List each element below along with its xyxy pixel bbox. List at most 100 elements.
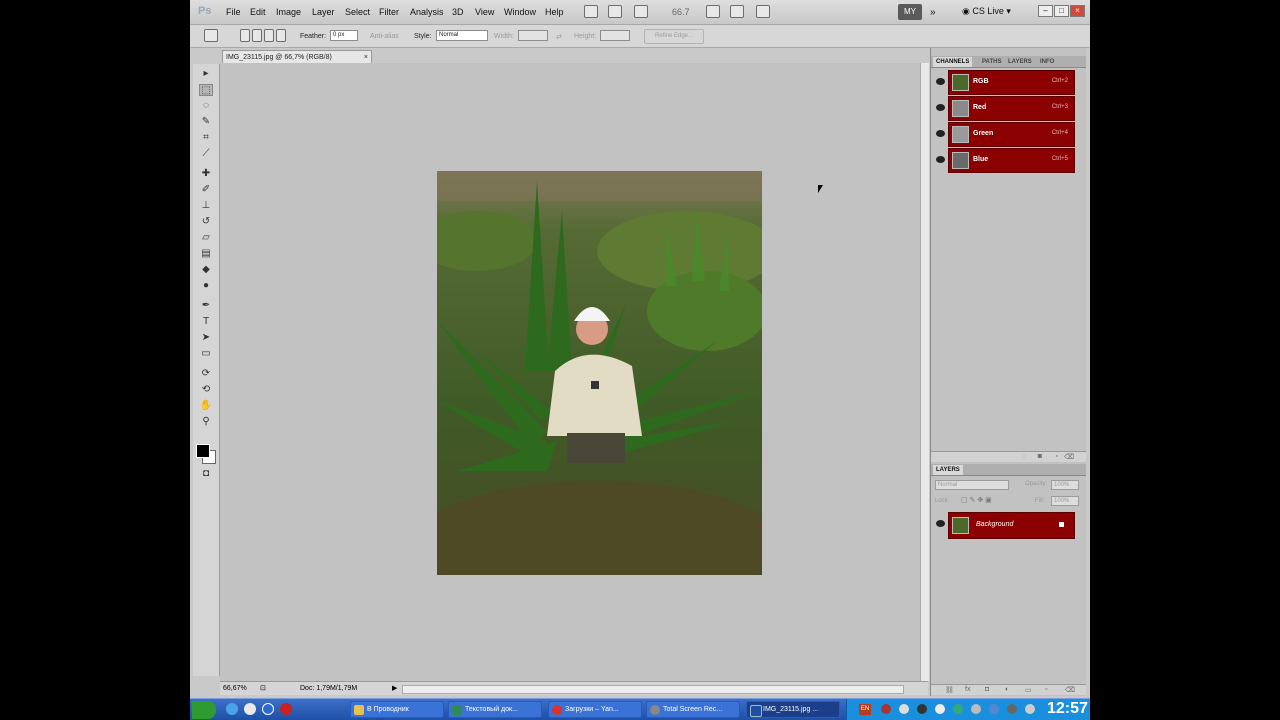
taskbar-item[interactable]: В Проводник bbox=[350, 701, 444, 718]
visibility-eye-icon[interactable] bbox=[936, 156, 945, 163]
yandex-quicklaunch-icon[interactable] bbox=[280, 703, 292, 715]
quick-mask-icon[interactable]: ◘ bbox=[199, 468, 213, 480]
delete-layer-icon[interactable]: ⌫ bbox=[1065, 686, 1075, 694]
system-clock[interactable]: 12:57 bbox=[1047, 700, 1088, 718]
height-input[interactable] bbox=[600, 30, 630, 41]
menu-filter[interactable]: Filter bbox=[379, 7, 399, 17]
fill-input[interactable]: 100% bbox=[1051, 496, 1079, 506]
quick-selection-tool-icon[interactable]: ✎ bbox=[199, 116, 213, 128]
language-indicator[interactable]: EN bbox=[859, 704, 871, 715]
new-selection-icon[interactable] bbox=[240, 29, 250, 42]
menu-file[interactable]: File bbox=[226, 7, 241, 17]
tray-settings-icon[interactable] bbox=[971, 704, 981, 714]
taskbar-item[interactable]: Текстовый док... bbox=[448, 701, 542, 718]
taskbar-item[interactable]: Total Screen Rec... bbox=[646, 701, 740, 718]
marquee-tool-icon[interactable]: ⬚ bbox=[199, 84, 213, 96]
clone-stamp-tool-icon[interactable]: ⊥ bbox=[199, 200, 213, 212]
tab-paths[interactable]: PATHS bbox=[979, 57, 1004, 67]
shape-tool-icon[interactable]: ▭ bbox=[199, 348, 213, 360]
new-group-icon[interactable]: ▭ bbox=[1025, 686, 1032, 694]
menu-3d[interactable]: 3D bbox=[452, 7, 464, 17]
layer-row-background[interactable]: Background bbox=[933, 512, 1076, 539]
path-selection-tool-icon[interactable]: ➤ bbox=[199, 332, 213, 344]
blur-tool-icon[interactable]: ◆ bbox=[199, 264, 213, 276]
zoom-tool-icon[interactable]: ⚲ bbox=[199, 416, 213, 428]
tray-media-icon[interactable] bbox=[935, 704, 945, 714]
visibility-eye-icon[interactable] bbox=[936, 78, 945, 85]
eyedropper-tool-icon[interactable]: ⟋ bbox=[199, 148, 213, 160]
zoom-level[interactable]: 66.7 bbox=[672, 7, 690, 17]
taskbar-item[interactable]: Загрузки – Yan... bbox=[548, 701, 642, 718]
menu-help[interactable]: Help bbox=[545, 7, 564, 17]
tray-power-icon[interactable] bbox=[1007, 704, 1017, 714]
add-to-selection-icon[interactable] bbox=[252, 29, 262, 42]
menu-analysis[interactable]: Analysis bbox=[410, 7, 444, 17]
browser-quicklaunch-icon[interactable] bbox=[226, 703, 238, 715]
menu-view[interactable]: View bbox=[475, 7, 494, 17]
link-layers-icon[interactable]: ⛓ bbox=[945, 686, 954, 694]
bridge-icon[interactable] bbox=[584, 5, 598, 18]
hand-tool-icon[interactable]: ✋ bbox=[199, 400, 213, 412]
canvas-area[interactable] bbox=[220, 63, 920, 681]
maximize-button[interactable]: □ bbox=[1054, 5, 1069, 17]
tab-layers-panel[interactable]: LAYERS bbox=[933, 465, 963, 475]
tray-update-icon[interactable] bbox=[899, 704, 909, 714]
type-tool-icon[interactable]: T bbox=[199, 316, 213, 328]
channel-row-green[interactable]: Green Ctrl+4 bbox=[933, 122, 1076, 147]
visibility-eye-icon[interactable] bbox=[936, 130, 945, 137]
load-selection-icon[interactable]: ◌ bbox=[1022, 453, 1026, 460]
width-input[interactable] bbox=[518, 30, 548, 41]
media-quicklaunch-icon[interactable] bbox=[262, 703, 274, 715]
tray-battery-icon[interactable] bbox=[953, 704, 963, 714]
status-zoom[interactable]: 66,67% bbox=[223, 682, 247, 695]
swap-icon[interactable]: ⇄ bbox=[556, 33, 562, 41]
minimize-button[interactable]: – bbox=[1038, 5, 1053, 17]
brush-tool-icon[interactable]: ✐ bbox=[199, 184, 213, 196]
opacity-input[interactable]: 100% bbox=[1051, 480, 1079, 490]
menu-layer[interactable]: Layer bbox=[312, 7, 335, 17]
save-selection-icon[interactable]: ◙ bbox=[1038, 453, 1042, 460]
tray-network-icon[interactable] bbox=[917, 704, 927, 714]
status-arrow-icon[interactable]: ▶ bbox=[392, 682, 397, 695]
tab-channels[interactable]: CHANNELS bbox=[933, 57, 973, 67]
visibility-eye-icon[interactable] bbox=[936, 520, 945, 527]
arrange-documents-icon[interactable] bbox=[706, 5, 720, 18]
start-button[interactable] bbox=[192, 701, 216, 719]
3d-rotate-tool-icon[interactable]: ⟳ bbox=[199, 368, 213, 380]
visibility-eye-icon[interactable] bbox=[936, 104, 945, 111]
layer-style-icon[interactable]: fx bbox=[965, 686, 970, 693]
tray-app-icon[interactable] bbox=[881, 704, 891, 714]
subtract-selection-icon[interactable] bbox=[264, 29, 274, 42]
vertical-scrollbar[interactable] bbox=[920, 63, 929, 681]
tray-globe-icon[interactable] bbox=[989, 704, 999, 714]
lock-icons[interactable]: ▢ ✎ ✥ ▣ bbox=[961, 496, 992, 504]
tab-info[interactable]: INFO bbox=[1037, 57, 1057, 67]
history-brush-tool-icon[interactable]: ↺ bbox=[199, 216, 213, 228]
style-select[interactable]: Normal bbox=[436, 30, 488, 41]
new-layer-icon[interactable]: ▫ bbox=[1045, 686, 1047, 693]
tab-layers[interactable]: LAYERS bbox=[1005, 57, 1035, 67]
arrange-grid-icon[interactable] bbox=[730, 5, 744, 18]
layer-mask-icon[interactable]: ◘ bbox=[985, 686, 989, 693]
channel-row-blue[interactable]: Blue Ctrl+5 bbox=[933, 148, 1076, 173]
dodge-tool-icon[interactable]: ● bbox=[199, 280, 213, 292]
menu-image[interactable]: Image bbox=[276, 7, 301, 17]
desktop-quicklaunch-icon[interactable] bbox=[244, 703, 256, 715]
crop-tool-icon[interactable]: ⌗ bbox=[199, 132, 213, 144]
move-tool-icon[interactable]: ▸ bbox=[199, 68, 213, 80]
eraser-tool-icon[interactable]: ▱ bbox=[199, 232, 213, 244]
horizontal-scrollbar[interactable] bbox=[402, 685, 904, 694]
gradient-tool-icon[interactable]: ▤ bbox=[199, 248, 213, 260]
menu-edit[interactable]: Edit bbox=[250, 7, 266, 17]
status-menu-icon[interactable]: ⊡ bbox=[260, 682, 266, 695]
menu-select[interactable]: Select bbox=[345, 7, 370, 17]
marquee-preset-icon[interactable] bbox=[204, 29, 218, 42]
screen-mode-icon[interactable] bbox=[756, 5, 770, 18]
channel-row-red[interactable]: Red Ctrl+3 bbox=[933, 96, 1076, 121]
mini-bridge-icon[interactable] bbox=[608, 5, 622, 18]
volume-icon[interactable] bbox=[1025, 704, 1035, 714]
adjustment-layer-icon[interactable]: ◐ bbox=[1005, 686, 1009, 693]
3d-orbit-tool-icon[interactable]: ⟲ bbox=[199, 384, 213, 396]
workspace-button[interactable]: MY bbox=[898, 4, 922, 20]
close-button[interactable]: × bbox=[1070, 5, 1085, 17]
